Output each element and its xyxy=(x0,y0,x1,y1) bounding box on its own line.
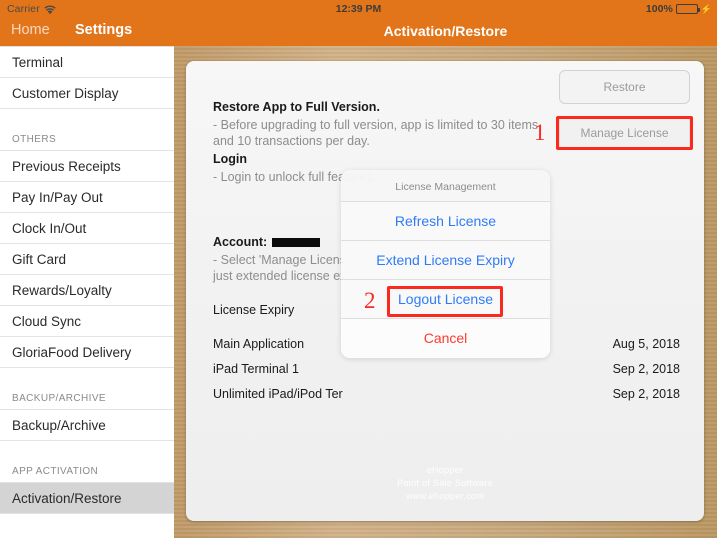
account-subtext-line2: just extended license exp xyxy=(213,269,354,283)
status-bar: Carrier 12:39 PM 100% ⚡ xyxy=(0,0,717,18)
sidebar-item-previous-receipts[interactable]: Previous Receipts xyxy=(0,151,174,182)
sidebar-spacer xyxy=(0,441,174,457)
lightning-bolt-icon: ⚡ xyxy=(700,3,712,14)
account-subtext-line1: - Select 'Manage License' xyxy=(213,253,356,267)
account-row: Account: xyxy=(213,235,321,249)
account-value-redacted xyxy=(272,237,321,247)
extend-license-expiry-option[interactable]: Extend License Expiry xyxy=(341,241,550,280)
account-label: Account: xyxy=(213,235,268,249)
sidebar-item-gloriafood-delivery[interactable]: GloriaFood Delivery xyxy=(0,337,174,368)
license-row-label: Main Application xyxy=(213,337,305,351)
settings-sidebar[interactable]: Terminal Customer Display OTHERS Previou… xyxy=(0,46,174,538)
navigation-bar: Home Settings Activation/Restore xyxy=(0,18,717,46)
restore-heading: Restore App to Full Version. xyxy=(213,100,380,114)
battery-icon xyxy=(675,4,700,14)
sidebar-item-clock-in-out[interactable]: Clock In/Out xyxy=(0,213,174,244)
sidebar-item-terminal[interactable]: Terminal xyxy=(0,47,174,78)
license-expiry-heading: License Expiry xyxy=(213,303,295,317)
sidebar-item-gift-card[interactable]: Gift Card xyxy=(0,244,174,275)
sidebar-spacer xyxy=(0,109,174,125)
manage-license-button[interactable]: Manage License xyxy=(559,118,690,148)
watermark-line-1: eHopper xyxy=(426,465,464,475)
watermark-line-3: www.ehopper.com xyxy=(405,491,485,501)
license-row-date: Sep 2, 2018 xyxy=(612,362,680,376)
annotation-number-1: 1 xyxy=(534,120,546,145)
sidebar-item-rewards-loyalty[interactable]: Rewards/Loyalty xyxy=(0,275,174,306)
sidebar-group-header-others: OTHERS xyxy=(0,125,174,151)
sidebar-item-cloud-sync[interactable]: Cloud Sync xyxy=(0,306,174,337)
license-row-label: Unlimited iPad/iPod Ter xyxy=(213,387,343,401)
sidebar-group-header-app-activation: APP ACTIVATION xyxy=(0,457,174,483)
page-title: Activation/Restore xyxy=(383,23,508,39)
back-button-home[interactable]: Home xyxy=(11,22,50,38)
cancel-option[interactable]: Cancel xyxy=(341,319,550,358)
status-bar-right: 100% ⚡ xyxy=(646,3,712,15)
refresh-license-option[interactable]: Refresh License xyxy=(341,202,550,241)
panel-watermark: eHopper Point of Sale Software www.ehopp… xyxy=(186,464,704,503)
ipad-screen: Carrier 12:39 PM 100% ⚡ Home Settings Ac… xyxy=(0,0,717,538)
sidebar-item-customer-display[interactable]: Customer Display xyxy=(0,78,174,109)
action-sheet-title: License Management xyxy=(341,170,550,202)
watermark-line-2: Point of Sale Software xyxy=(397,478,493,488)
sidebar-group-header-backup-archive: BACKUP/ARCHIVE xyxy=(0,384,174,410)
annotation-number-2: 2 xyxy=(364,288,376,313)
license-row-date: Sep 2, 2018 xyxy=(612,387,680,401)
license-row-label: iPad Terminal 1 xyxy=(213,362,299,376)
status-bar-clock: 12:39 PM xyxy=(335,3,382,15)
license-row-date: Aug 5, 2018 xyxy=(612,337,680,351)
battery-percent-label: 100% xyxy=(645,3,673,15)
login-heading: Login xyxy=(213,152,248,166)
restore-button[interactable]: Restore xyxy=(559,70,690,104)
settings-title: Settings xyxy=(75,22,133,38)
sidebar-spacer xyxy=(0,368,174,384)
sidebar-item-backup-archive[interactable]: Backup/Archive xyxy=(0,410,174,441)
sidebar-item-pay-in-pay-out[interactable]: Pay In/Pay Out xyxy=(0,182,174,213)
license-management-action-sheet[interactable]: License Management Refresh License Exten… xyxy=(341,170,550,358)
sidebar-item-activation-restore[interactable]: Activation/Restore xyxy=(0,483,174,514)
